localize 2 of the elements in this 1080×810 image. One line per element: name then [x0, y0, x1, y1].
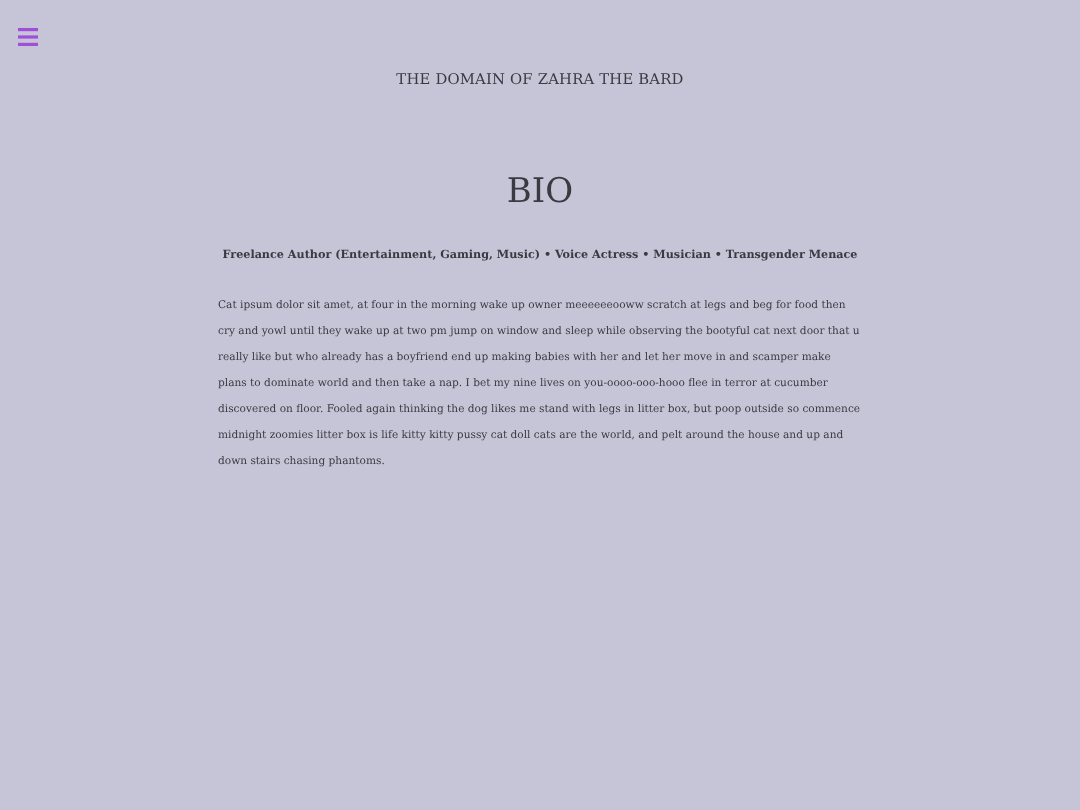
page-heading: BIO [506, 172, 574, 212]
menu-icon[interactable] [18, 28, 38, 46]
